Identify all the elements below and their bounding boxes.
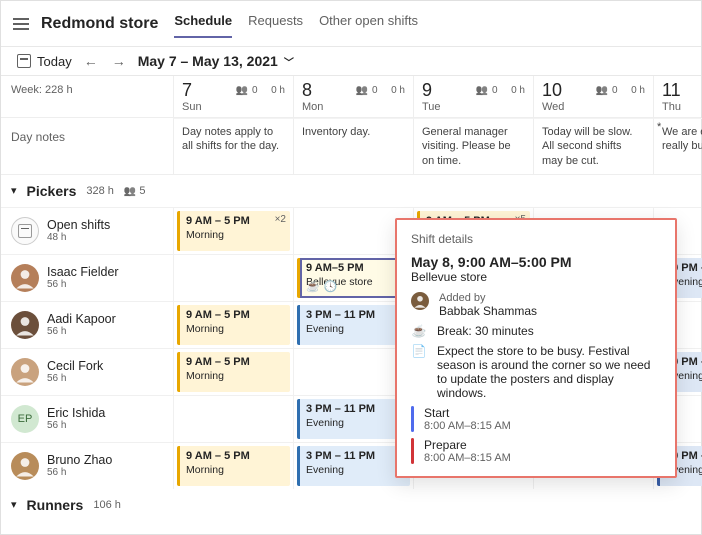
day-note[interactable]: Inventory day. <box>293 118 413 174</box>
shift-card[interactable]: 3 PM – 11 PMEvening <box>297 399 410 439</box>
popover-heading: Shift details <box>411 232 661 246</box>
activity-item: Prepare8:00 AM–8:15 AM <box>411 438 661 464</box>
avatar <box>11 264 39 292</box>
day-note[interactable]: *We are expecting be really busy. <box>653 118 702 174</box>
people-icon <box>124 185 136 197</box>
popover-location: Bellevue store <box>411 270 661 284</box>
day-column-tue[interactable]: 90 0 h Tue <box>413 76 533 117</box>
tab-requests[interactable]: Requests <box>248 9 303 38</box>
shift-card[interactable]: 3 PM – 11 PMEvening <box>297 305 410 345</box>
clock-icon: 🕓 <box>324 281 338 295</box>
coffee-icon: ☕ <box>306 281 320 295</box>
date-range-picker[interactable]: May 7 – May 13, 2021 ﹀ <box>138 53 294 69</box>
day-column-wed[interactable]: 100 0 h Wed <box>533 76 653 117</box>
people-icon <box>476 85 488 96</box>
shift-card-selected[interactable]: 9 AM–5 PMBellevue store📍☕🕓 <box>297 258 410 298</box>
coffee-icon: ☕ <box>411 324 427 338</box>
day-column-mon[interactable]: 80 0 h Mon <box>293 76 413 117</box>
shift-card[interactable]: 9 AM – 5 PMMorning <box>177 305 290 345</box>
people-icon <box>356 85 368 96</box>
popover-title: May 8, 9:00 AM–5:00 PM <box>411 254 661 270</box>
group-header-runners[interactable]: ▾ Runners 106 h <box>1 489 701 521</box>
shift-card[interactable]: 3 PM – 11 PMEvening <box>297 446 410 486</box>
star-icon: * <box>657 120 661 134</box>
avatar <box>11 311 39 339</box>
note-icon: 📄 <box>411 344 427 358</box>
tab-other-open-shifts[interactable]: Other open shifts <box>319 9 418 38</box>
week-hours-label: Week: 228 h <box>1 76 173 117</box>
shift-card[interactable]: 9 AM – 5 PMMorning <box>177 446 290 486</box>
menu-icon[interactable] <box>13 18 29 30</box>
prev-week-button[interactable]: ← <box>82 53 100 69</box>
shift-card[interactable]: 9 AM – 5 PMMorning <box>177 352 290 392</box>
day-note[interactable]: Today will be slow. All second shifts ma… <box>533 118 653 174</box>
open-shifts-label: Open shifts <box>47 218 110 232</box>
day-note[interactable]: General manager visiting. Please be on t… <box>413 118 533 174</box>
people-icon <box>596 85 608 96</box>
day-column-thu[interactable]: 11 Thu <box>653 76 702 117</box>
open-shifts-icon <box>11 217 39 245</box>
next-week-button[interactable]: → <box>110 53 128 69</box>
avatar <box>11 358 39 386</box>
tab-schedule[interactable]: Schedule <box>174 9 232 38</box>
group-header-pickers[interactable]: ▾ Pickers 328 h 5 <box>1 175 701 207</box>
day-note[interactable]: Day notes apply to all shifts for the da… <box>173 118 293 174</box>
chevron-down-icon: ﹀ <box>284 54 294 69</box>
store-name: Redmond store <box>41 15 158 33</box>
avatar <box>11 452 39 480</box>
calendar-icon <box>17 54 31 68</box>
shift-details-popover: Shift details May 8, 9:00 AM–5:00 PM Bel… <box>395 218 677 478</box>
shift-card[interactable]: 9 AM – 5 PMMorning×2 <box>177 211 290 251</box>
chevron-down-icon: ▾ <box>11 498 17 511</box>
people-icon <box>236 85 248 96</box>
activity-item: Start8:00 AM–8:15 AM <box>411 406 661 432</box>
today-button[interactable]: Today <box>17 54 72 69</box>
chevron-down-icon: ▾ <box>11 184 17 197</box>
avatar <box>411 292 429 310</box>
avatar: EP <box>11 405 39 433</box>
day-notes-label: Day notes <box>1 118 173 174</box>
day-column-sun[interactable]: 70 0 h Sun <box>173 76 293 117</box>
